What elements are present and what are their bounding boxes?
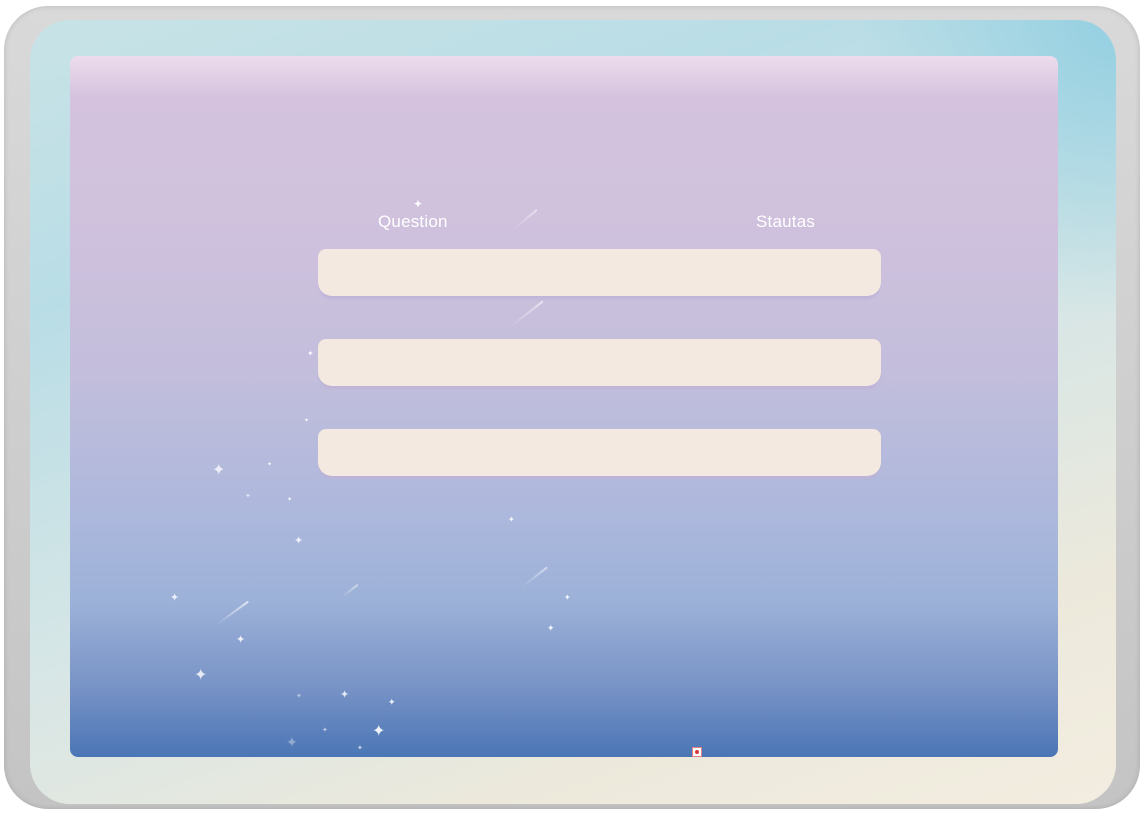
shooting-star — [215, 600, 249, 626]
sparkle-icon: ✦ — [304, 417, 310, 424]
sparkle-icon: ✦ — [508, 515, 515, 524]
sparkle-icon: ✦ — [170, 591, 180, 604]
table-row[interactable] — [318, 429, 881, 476]
sparkle-icon: ✦ — [236, 633, 246, 646]
sparkle-icon: ✦ — [194, 665, 208, 684]
sparkle-icon: ✦ — [388, 698, 396, 708]
shooting-star — [513, 208, 538, 230]
sparkle-icon: ✦ — [372, 721, 386, 740]
sparkle-icon: ✦ — [212, 460, 226, 479]
sparkle-icon: ✦ — [547, 624, 555, 634]
sparkle-icon: ✦ — [294, 534, 304, 547]
table-row[interactable] — [318, 339, 881, 386]
screen: ✦ ✦ ✦ ✦ ✦ ✦ ✦ ✦ ✦ ✦ ✦ ✦ ✦ ✦ ✦ ✦ ✦ ✦ ✦ ✦ … — [70, 56, 1058, 757]
sparkle-icon: ✦ — [413, 197, 424, 211]
column-header-status: Stautas — [756, 212, 816, 231]
sparkle-icon: ✦ — [340, 688, 350, 701]
sparkle-icon: ✦ — [357, 744, 363, 752]
sparkle-icon: ✦ — [296, 692, 302, 700]
column-header-question: Question — [378, 212, 448, 231]
shooting-star — [341, 583, 359, 598]
sparkle-icon: ✦ — [322, 726, 328, 734]
sparkle-icon: ✦ — [245, 492, 251, 500]
sparkle-icon: ✦ — [307, 349, 314, 358]
shooting-star — [521, 566, 548, 588]
shooting-star — [509, 300, 544, 328]
sparkle-icon: ✦ — [287, 496, 293, 503]
warning-icon[interactable] — [692, 747, 702, 757]
sparkle-icon: ✦ — [286, 735, 298, 751]
sparkle-icon: ✦ — [564, 593, 571, 602]
table-row[interactable] — [318, 249, 881, 296]
sparkle-icon: ✦ — [267, 461, 273, 468]
